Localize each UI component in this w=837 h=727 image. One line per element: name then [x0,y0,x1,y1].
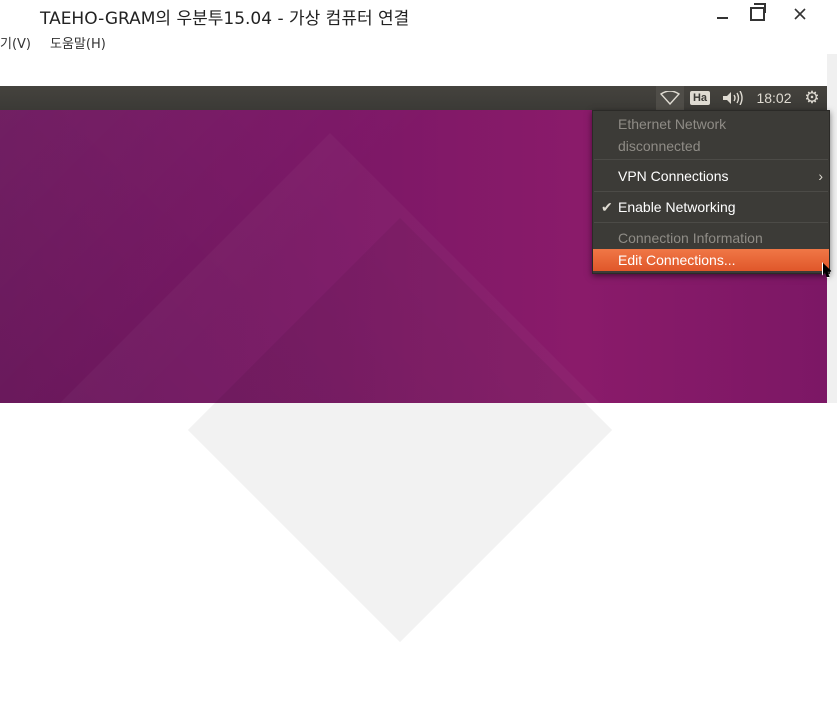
clock[interactable]: 18:02 [752,86,796,110]
ubuntu-top-panel: Ha 18:02 ⚙ [0,86,827,110]
menu-help[interactable]: 도움말(H) [50,33,106,52]
window-title-bar: TAEHO-GRAM의 우분투15.04 - 가상 컴퓨터 연결 [0,0,837,30]
session-menu[interactable]: ⚙ [800,86,824,110]
vpn-connections-label: VPN Connections [618,168,729,184]
network-menu: Ethernet Network disconnected VPN Connec… [592,110,830,274]
toolbar-area [0,54,827,87]
menu-bar: 기(V) 도움말(H) [0,30,837,54]
ethernet-status: disconnected [618,138,701,154]
chevron-right-icon: › [818,168,823,184]
menu-view[interactable]: 기(V) [0,33,31,52]
connection-information-item: Connection Information [618,230,763,246]
keyboard-indicator[interactable]: Ha [688,86,712,110]
ethernet-title: Ethernet Network [618,116,727,132]
network-icon [660,91,680,105]
close-button[interactable] [775,0,825,28]
volume-icon [723,91,743,105]
network-indicator[interactable] [656,86,684,110]
minimize-icon [716,17,728,19]
enable-networking-item[interactable]: ✔ Enable Networking [593,196,829,218]
maximize-button[interactable] [735,0,779,28]
gear-icon: ⚙ [804,88,820,107]
maximize-icon [749,3,766,21]
volume-indicator[interactable] [720,86,746,110]
edit-connections-label: Edit Connections... [618,252,736,268]
vpn-connections-item[interactable]: VPN Connections › [593,165,829,187]
checkmark-icon: ✔ [601,199,613,215]
close-icon [794,8,806,20]
menu-separator [594,222,828,223]
edit-connections-item[interactable]: Edit Connections... [593,249,829,271]
menu-separator [594,159,828,160]
window-title: TAEHO-GRAM의 우분투15.04 - 가상 컴퓨터 연결 [40,9,410,29]
enable-networking-label: Enable Networking [618,199,736,215]
keyboard-indicator-label: Ha [689,91,711,105]
menu-separator [594,191,828,192]
